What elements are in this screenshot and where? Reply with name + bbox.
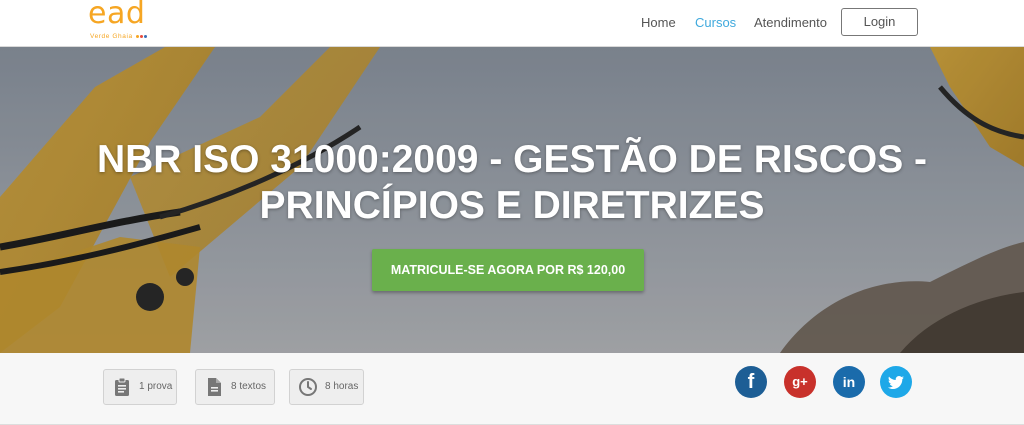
course-info-bar: 1 prova 8 textos 8 horas — [0, 353, 1024, 425]
text-count-chip: 8 textos — [195, 369, 275, 405]
linkedin-icon[interactable]: in — [833, 366, 865, 398]
logo-tagline: Verde Ghaia — [90, 33, 148, 40]
clipboard-icon — [115, 377, 129, 396]
nav-atendimento-link[interactable]: Atendimento — [754, 15, 827, 30]
login-button[interactable]: Login — [841, 8, 918, 36]
document-icon — [208, 378, 221, 396]
logo-dots-icon — [135, 33, 148, 40]
nav-home-link[interactable]: Home — [641, 15, 676, 30]
enroll-now-button[interactable]: MATRICULE-SE AGORA POR R$ 120,00 — [372, 249, 644, 291]
course-title: NBR ISO 31000:2009 - GESTÃO DE RISCOS - … — [96, 138, 928, 227]
site-logo[interactable]: ead Verde Ghaia — [88, 0, 168, 46]
exam-count-label: 1 prova — [139, 381, 173, 392]
clock-icon — [299, 378, 317, 396]
text-count-label: 8 textos — [231, 381, 267, 392]
duration-label: 8 horas — [325, 381, 359, 392]
exam-count-chip: 1 prova — [103, 369, 177, 405]
facebook-icon[interactable]: f — [735, 366, 767, 398]
duration-chip: 8 horas — [289, 369, 364, 405]
twitter-bird-glyph — [887, 376, 904, 389]
logo-wordmark: ead — [88, 0, 146, 31]
twitter-icon[interactable] — [880, 366, 912, 398]
google-plus-icon[interactable]: g+ — [784, 366, 816, 398]
site-header: ead Verde Ghaia Home Cursos Atendimento … — [0, 0, 1024, 47]
hero-banner: NBR ISO 31000:2009 - GESTÃO DE RISCOS - … — [0, 47, 1024, 353]
nav-cursos-link[interactable]: Cursos — [695, 15, 736, 30]
